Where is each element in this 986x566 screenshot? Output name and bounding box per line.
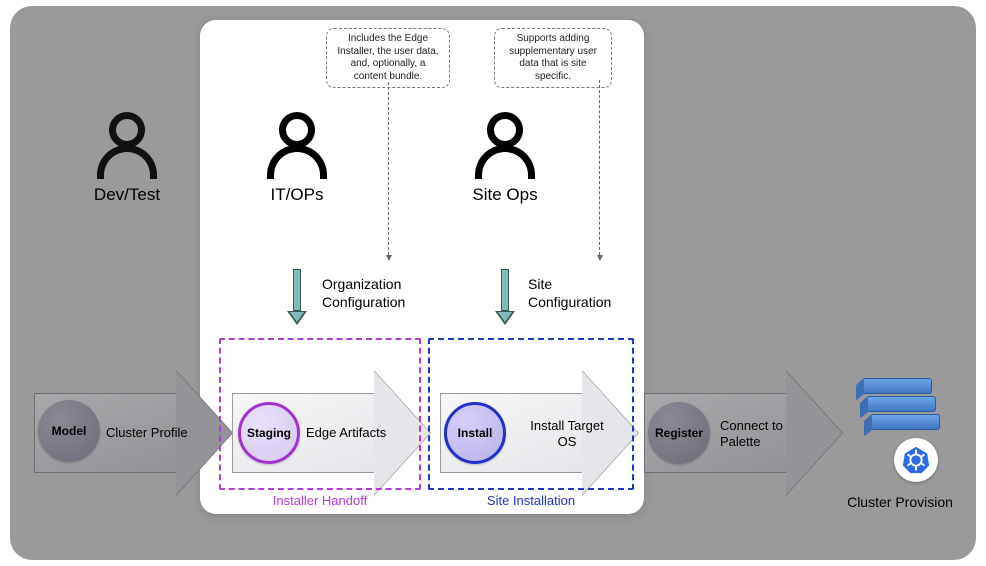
- stage-model: Model: [38, 400, 100, 462]
- org-config-arrow: [290, 269, 304, 325]
- kubernetes-icon: [894, 438, 938, 482]
- person-icon: [92, 112, 162, 179]
- callout-itops: Includes the Edge Installer, the user da…: [326, 28, 450, 88]
- persona-itops: IT/OPs: [262, 112, 342, 205]
- callout-arrow-siteops: [599, 80, 600, 260]
- site-config-arrow: [498, 269, 512, 325]
- callout-arrow-itops: [388, 82, 389, 260]
- stage-model-label: Model: [52, 424, 87, 438]
- flow-output-model: Cluster Profile: [106, 425, 216, 441]
- phase-site-installation-label: Site Installation: [430, 493, 632, 508]
- org-config-label: Organization Configuration: [322, 276, 405, 311]
- persona-devtest-label: Dev/Test: [82, 185, 172, 205]
- stage-register-label: Register: [655, 426, 703, 440]
- person-icon: [262, 112, 332, 179]
- persona-siteops: Site Ops: [470, 112, 555, 205]
- persona-siteops-label: Site Ops: [455, 185, 555, 205]
- phase-site-installation: Site Installation: [428, 338, 634, 490]
- persona-devtest: Dev/Test: [92, 112, 172, 205]
- site-config-label: Site Configuration: [528, 276, 611, 311]
- phase-installer-handoff-label: Installer Handoff: [221, 493, 419, 508]
- result-label: Cluster Provision: [830, 494, 970, 510]
- stage-register: Register: [648, 402, 710, 464]
- phase-installer-handoff: Installer Handoff: [219, 338, 421, 490]
- callout-siteops: Supports adding supplementary user data …: [494, 28, 612, 88]
- flow-output-register: Connect to Palette: [720, 418, 830, 449]
- persona-itops-label: IT/OPs: [252, 185, 342, 205]
- person-icon: [470, 112, 540, 179]
